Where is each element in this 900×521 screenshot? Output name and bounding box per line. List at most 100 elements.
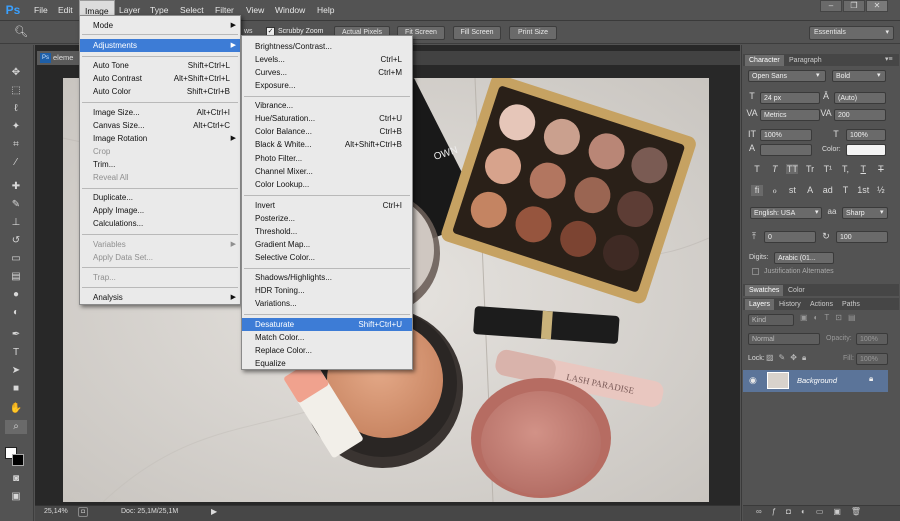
layer-filter-icons[interactable]: ▣◐T⊡▤ (800, 313, 862, 322)
tab-color[interactable]: Color (784, 285, 809, 296)
font-family-select[interactable]: Open Sans (748, 70, 826, 82)
language-select[interactable]: English: USA (750, 207, 822, 219)
menu-item-gradient-map[interactable]: Gradient Map... (242, 238, 412, 251)
font-size-field[interactable]: 24 px (760, 92, 820, 104)
menu-item-posterize[interactable]: Posterize... (242, 212, 412, 225)
tab-actions[interactable]: Actions (806, 299, 837, 310)
fractions-half-button[interactable]: ½ (875, 185, 887, 196)
faux-bold-button[interactable]: T (751, 164, 763, 174)
menu-item-image-size[interactable]: Image Size... Alt+Ctrl+I (80, 106, 240, 119)
close-button[interactable]: ✕ (866, 0, 888, 12)
menu-item-duplicate[interactable]: Duplicate... (80, 191, 240, 204)
brush-tool-icon[interactable]: ✎ (5, 198, 27, 212)
menu-item-apply-image[interactable]: Apply Image... (80, 204, 240, 217)
zoom-tool-button-icon[interactable]: ⌕ (5, 420, 27, 434)
tab-character[interactable]: Character (745, 55, 784, 66)
menu-item-desaturate[interactable]: Desaturate Shift+Ctrl+U (242, 318, 412, 331)
history-brush-tool-icon[interactable]: ↺ (5, 234, 27, 248)
magic-wand-tool-icon[interactable]: ✦ (5, 120, 27, 134)
superscript-button[interactable]: T¹ (822, 164, 834, 174)
menu-item-selective-color[interactable]: Selective Color... (242, 251, 412, 264)
discretionary-ligatures-button[interactable]: ℴ (769, 185, 781, 196)
vertical-scale-field[interactable]: 100% (760, 129, 812, 141)
menu-item-equalize[interactable]: Equalize (242, 357, 412, 370)
menu-item-hdr-toning[interactable]: HDR Toning... (242, 284, 412, 297)
faux-italic-button[interactable]: T (769, 164, 781, 174)
blend-mode-select[interactable]: Normal (748, 333, 820, 345)
menu-item-canvas-size[interactable]: Canvas Size... Alt+Ctrl+C (80, 119, 240, 132)
menu-edit[interactable]: Edit (53, 0, 78, 21)
hand-tool-icon[interactable]: ✋ (5, 402, 27, 416)
lock-icons[interactable]: ▨✎✥🔒︎ (766, 353, 811, 363)
baseline-shift-field[interactable]: 0 (764, 231, 816, 243)
zoom-level[interactable]: 25,14% (44, 508, 68, 515)
crop-tool-icon[interactable]: ⌗ (5, 138, 27, 152)
eyedropper-tool-icon[interactable]: ⁄ (5, 156, 27, 170)
menu-item-auto-tone[interactable]: Auto Tone Shift+Ctrl+L (80, 59, 240, 72)
swash-button[interactable]: A (804, 185, 816, 196)
text-color-swatch[interactable] (846, 144, 886, 156)
layers-footer-icons[interactable]: ∞ƒ◘◐▭▣🗑︎ (756, 507, 871, 516)
fill-field[interactable]: 100% (856, 353, 888, 365)
menu-item-mode[interactable]: Mode ▶ (80, 19, 240, 32)
menu-view[interactable]: View (241, 0, 269, 21)
menu-item-exposure[interactable]: Exposure... (242, 79, 412, 92)
layer-row-background[interactable]: ◉ Background 🔒︎ (743, 370, 888, 392)
fill-screen-button[interactable]: Fill Screen (453, 26, 501, 40)
ordinals-button[interactable]: T (840, 185, 852, 196)
type-tool-icon[interactable]: T (5, 346, 27, 360)
path-selection-tool-icon[interactable]: ➤ (5, 364, 27, 378)
pen-tool-icon[interactable]: ✒ (5, 328, 27, 342)
fractions-button[interactable]: 1st (857, 185, 869, 196)
menu-item-invert[interactable]: Invert Ctrl+I (242, 199, 412, 212)
baseline-field-empty[interactable] (760, 144, 812, 156)
menu-item-shadows-highlights[interactable]: Shadows/Highlights... (242, 271, 412, 284)
leading-field[interactable]: (Auto) (834, 92, 886, 104)
move-tool-icon[interactable]: ✥ (5, 66, 27, 80)
horizontal-scale-field[interactable]: 100% (846, 129, 886, 141)
menu-item-threshold[interactable]: Threshold... (242, 225, 412, 238)
blur-tool-icon[interactable]: ● (5, 288, 27, 302)
strikethrough-button[interactable]: T (875, 164, 887, 174)
menu-item-color-balance[interactable]: Color Balance... Ctrl+B (242, 125, 412, 138)
lasso-tool-icon[interactable]: ℓ (5, 102, 27, 116)
menu-item-analysis[interactable]: Analysis ▶ (80, 291, 240, 304)
menu-item-channel-mixer[interactable]: Channel Mixer... (242, 165, 412, 178)
menu-item-adjustments[interactable]: Adjustments ▶ (80, 39, 240, 52)
print-size-button[interactable]: Print Size (509, 26, 557, 40)
status-arrow-icon[interactable]: ▶ (211, 507, 217, 516)
dodge-tool-icon[interactable]: ◐ (5, 306, 27, 320)
menu-item-replace-color[interactable]: Replace Color... (242, 344, 412, 357)
menu-item-brightness-contrast[interactable]: Brightness/Contrast... (242, 40, 412, 53)
menu-item-variations[interactable]: Variations... (242, 297, 412, 310)
justification-alternates-checkbox[interactable] (752, 268, 759, 275)
layer-filter-kind[interactable]: Kind (748, 314, 794, 326)
tab-history[interactable]: History (775, 299, 805, 310)
menu-item-auto-contrast[interactable]: Auto Contrast Alt+Shift+Ctrl+L (80, 72, 240, 85)
subscript-button[interactable]: T, (840, 164, 852, 174)
menu-item-trim[interactable]: Trim... (80, 158, 240, 171)
quick-mask-icon[interactable]: ◙ (5, 472, 27, 486)
menu-item-auto-color[interactable]: Auto Color Shift+Ctrl+B (80, 85, 240, 98)
kerning-field[interactable]: Metrics (760, 109, 820, 121)
menu-item-levels[interactable]: Levels... Ctrl+L (242, 53, 412, 66)
menu-window[interactable]: Window (270, 0, 310, 21)
tab-layers[interactable]: Layers (745, 299, 775, 310)
menu-item-hue-saturation[interactable]: Hue/Saturation... Ctrl+U (242, 112, 412, 125)
healing-brush-tool-icon[interactable]: ✚ (5, 180, 27, 194)
stylistic-alternates-button[interactable]: st (786, 185, 798, 196)
workspace-select[interactable]: Essentials ▾ (809, 26, 894, 40)
menu-item-color-lookup[interactable]: Color Lookup... (242, 178, 412, 191)
menu-file[interactable]: File (29, 0, 53, 21)
tracking-field[interactable]: 200 (834, 109, 886, 121)
background-color-swatch[interactable] (12, 454, 24, 466)
marquee-tool-icon[interactable]: ⬚ (5, 84, 27, 98)
tab-paragraph[interactable]: Paragraph (785, 55, 826, 66)
digits-select[interactable]: Arabic (01... (774, 252, 834, 264)
tab-swatches[interactable]: Swatches (745, 285, 784, 296)
clone-stamp-tool-icon[interactable]: ⊥ (5, 216, 27, 230)
eye-icon[interactable]: ◉ (749, 375, 757, 386)
menu-help[interactable]: Help (312, 0, 339, 21)
underline-button[interactable]: T (857, 164, 869, 174)
menu-item-match-color[interactable]: Match Color... (242, 331, 412, 344)
